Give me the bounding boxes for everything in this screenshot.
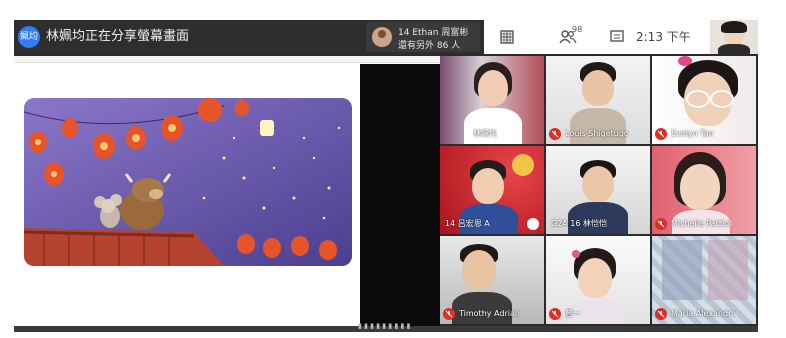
- participant-label: Timothy Adrian: [443, 308, 541, 321]
- participant-label: Louis Shigetugo: [549, 128, 647, 141]
- participant-name: Maria Alexandra: [671, 309, 737, 318]
- participant-tile[interactable]: Timothy Adrian: [440, 236, 544, 324]
- notification-name: 14 Ethan 周富彬: [398, 28, 469, 38]
- participant-label: Maria Alexandra: [655, 308, 753, 321]
- slide-black-area: [360, 64, 440, 326]
- participant-name: 林姵均: [473, 129, 497, 138]
- lunar-new-year-doodle: [24, 98, 352, 266]
- participants-button[interactable]: 98: [548, 20, 588, 54]
- mic-off-icon: [655, 308, 667, 320]
- participant-grid: 林姵均 Louis Shigetugo Evelyn Tan 14 吕宏恩 A …: [440, 56, 758, 326]
- meeting-clock: 2:13 下午: [636, 30, 691, 44]
- mic-off-icon: [655, 218, 667, 230]
- notification-avatar: [372, 27, 392, 47]
- mic-off-icon: [443, 308, 455, 320]
- participant-tile[interactable]: 曾一: [546, 236, 650, 324]
- participant-name: Evelyn Tan: [671, 129, 714, 138]
- participant-name: G2A 16 林恺恺: [551, 219, 608, 228]
- mic-off-icon: [655, 128, 667, 140]
- join-notification[interactable]: 14 Ethan 周富彬 還有另外 86 人: [366, 22, 480, 52]
- layout-button[interactable]: [494, 20, 520, 54]
- participant-tile[interactable]: Maria Alexandra: [652, 236, 756, 324]
- participant-label: Evelyn Tan: [655, 128, 753, 141]
- participant-label: 林姵均: [443, 128, 541, 141]
- participant-tile[interactable]: Evelyn Tan: [652, 56, 756, 144]
- slide-page-indicator: ▮ ▮ ▮ ▮ ▮ ▮ ▮ ▮ ▮: [358, 322, 411, 330]
- participant-name: Timothy Adrian: [459, 309, 520, 318]
- participant-tile[interactable]: Michelle Pattiol: [652, 146, 756, 234]
- top-bar: 姵均 林姵均正在分享螢幕畫面 14 Ethan 周富彬 還有另外 86 人 98…: [14, 20, 758, 54]
- self-view-thumbnail[interactable]: [710, 20, 758, 54]
- presenter-avatar: 姵均: [18, 26, 40, 48]
- mic-off-icon: [549, 308, 561, 320]
- participant-label: Michelle Pattiol: [655, 218, 753, 231]
- meet-window: 姵均 林姵均正在分享螢幕畫面 14 Ethan 周富彬 還有另外 86 人 98…: [14, 20, 758, 332]
- participant-name: 14 吕宏恩 A: [445, 219, 490, 228]
- notification-more: 還有另外 86 人: [398, 41, 461, 51]
- participants-count: 98: [572, 25, 583, 34]
- grid-icon: [500, 30, 514, 44]
- participant-label: 14 吕宏恩 A: [443, 218, 541, 231]
- sharing-banner: 林姵均正在分享螢幕畫面: [46, 29, 190, 44]
- participant-label: G2A 16 林恺恺: [549, 218, 647, 231]
- participant-tile[interactable]: 林姵均: [440, 56, 544, 144]
- participant-name: 曾一: [565, 309, 581, 318]
- shared-screen: [14, 56, 440, 326]
- meeting-controls: 98 2:13 下午: [484, 20, 710, 54]
- participant-name: Michelle Pattiol: [671, 219, 732, 228]
- participant-tile[interactable]: G2A 16 林恺恺: [546, 146, 650, 234]
- chat-icon: [610, 30, 624, 42]
- chat-button[interactable]: [604, 20, 630, 54]
- mic-off-icon: [549, 128, 561, 140]
- participant-label: 曾一: [549, 308, 647, 321]
- pin-icon[interactable]: [527, 218, 539, 230]
- participant-tile[interactable]: 14 吕宏恩 A: [440, 146, 544, 234]
- slide-toolbar: [14, 56, 440, 63]
- participant-tile[interactable]: Louis Shigetugo: [546, 56, 650, 144]
- participant-name: Louis Shigetugo: [565, 129, 629, 138]
